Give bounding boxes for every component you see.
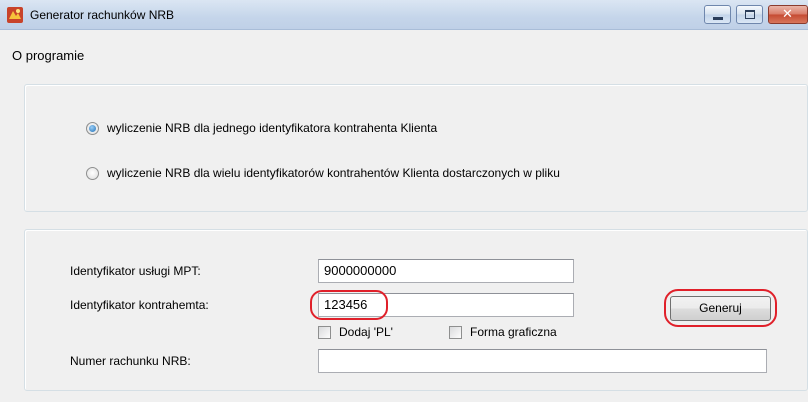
- add-pl-checkbox[interactable]: [318, 325, 331, 339]
- title-bar[interactable]: Generator rachunków NRB ✕: [0, 0, 808, 30]
- graphic-form-label: Forma graficzna: [470, 325, 557, 339]
- maximize-icon: [745, 10, 755, 19]
- radio-label-single: wyliczenie NRB dla jednego identyfikator…: [107, 121, 438, 135]
- maximize-button[interactable]: [736, 5, 763, 24]
- window-title: Generator rachunków NRB: [30, 8, 175, 22]
- radio-button-checked[interactable]: [86, 121, 99, 135]
- minimize-button[interactable]: [704, 5, 731, 24]
- radio-multiple-ids[interactable]: wyliczenie NRB dla wielu identyfikatorów…: [86, 166, 560, 180]
- minimize-icon: [713, 17, 723, 20]
- contractor-id-label: Identyfikator kontrahemta:: [70, 298, 209, 312]
- radio-button-unchecked[interactable]: [86, 166, 99, 180]
- close-icon: ✕: [782, 7, 793, 22]
- radio-label-multiple: wyliczenie NRB dla wielu identyfikatorów…: [107, 166, 560, 180]
- add-pl-checkbox-row[interactable]: Dodaj 'PL': [318, 325, 393, 339]
- add-pl-label: Dodaj 'PL': [339, 325, 393, 339]
- menu-bar: O programie: [0, 31, 808, 63]
- service-id-label: Identyfikator usługi MPT:: [70, 264, 201, 278]
- app-window: Generator rachunków NRB ✕ O programie wy…: [0, 0, 808, 402]
- service-id-input[interactable]: 9000000000: [318, 259, 574, 283]
- nrb-output-field[interactable]: [318, 349, 767, 373]
- generate-button[interactable]: Generuj: [670, 296, 771, 321]
- graphic-form-checkbox-row[interactable]: Forma graficzna: [449, 325, 557, 339]
- app-icon: [7, 7, 23, 23]
- contractor-id-input[interactable]: 123456: [318, 293, 574, 317]
- menu-item-o-programie[interactable]: O programie: [12, 48, 84, 63]
- graphic-form-checkbox[interactable]: [449, 325, 462, 339]
- mode-groupbox: [24, 84, 808, 212]
- nrb-label: Numer rachunku NRB:: [70, 354, 191, 368]
- close-button[interactable]: ✕: [768, 5, 808, 24]
- radio-single-id[interactable]: wyliczenie NRB dla jednego identyfikator…: [86, 121, 437, 135]
